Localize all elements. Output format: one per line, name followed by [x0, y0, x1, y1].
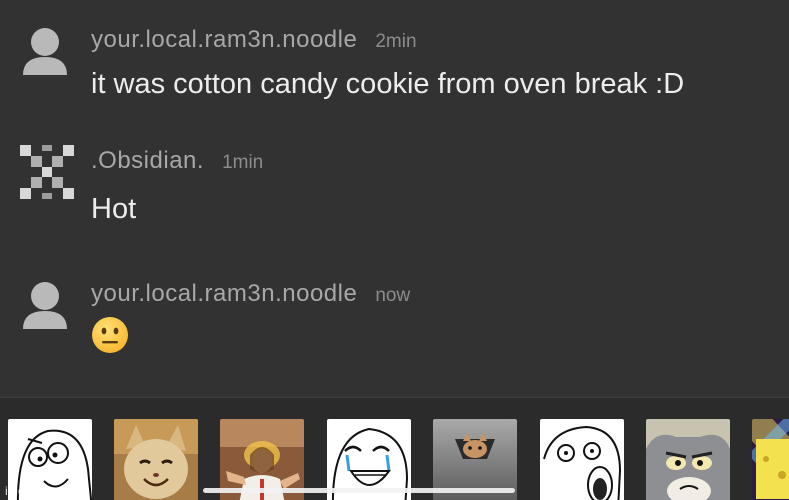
- default-user-icon[interactable]: [20, 280, 70, 330]
- comment-timestamp: now: [375, 285, 411, 306]
- comment-header: your.local.ram3n.noodle now: [91, 280, 410, 308]
- unsettled-tom-icon[interactable]: [646, 419, 730, 500]
- imagination-spongebob-icon[interactable]: [752, 419, 789, 500]
- comment-username[interactable]: your.local.ram3n.noodle: [91, 280, 357, 307]
- home-indicator-bar[interactable]: [203, 488, 515, 493]
- default-user-icon[interactable]: [20, 26, 70, 76]
- smiling-cat-icon[interactable]: [114, 419, 198, 500]
- lol-rage-face-icon[interactable]: [540, 419, 624, 500]
- checker-x-avatar-icon[interactable]: [20, 145, 74, 199]
- comment-header: your.local.ram3n.noodle 2min: [91, 26, 417, 54]
- imgflip-watermark: imgflip.com: [5, 484, 68, 498]
- comment-username[interactable]: .Obsidian.: [91, 147, 204, 174]
- comment-header: .Obsidian. 1min: [91, 147, 263, 175]
- comment-text: it was cotton candy cookie from oven bre…: [91, 68, 685, 100]
- comment-thread-screen: your.local.ram3n.noodle 2min it was cotto…: [0, 0, 789, 500]
- comment-timestamp: 1min: [222, 152, 264, 173]
- neutral-face-emoji: [92, 317, 128, 353]
- comment-username[interactable]: your.local.ram3n.noodle: [91, 26, 357, 53]
- meme-picker-tray[interactable]: [0, 398, 789, 500]
- comment-timestamp: 2min: [375, 31, 417, 52]
- comment-text: Hot: [91, 193, 137, 225]
